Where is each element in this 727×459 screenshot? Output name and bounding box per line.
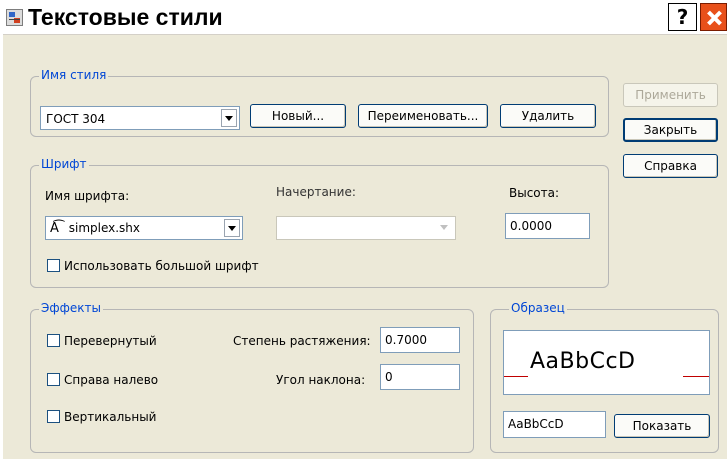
width-factor-input[interactable]: 0.7000: [380, 327, 460, 353]
style-name-select[interactable]: ГОСТ 304: [40, 106, 240, 130]
vertical-label: Вертикальный: [64, 410, 157, 424]
oblique-angle-label: Угол наклона:: [276, 373, 366, 387]
upside-down-checkbox[interactable]: [47, 334, 60, 347]
style-name-value: ГОСТ 304: [46, 112, 106, 126]
preview-text-input[interactable]: AaBbCcD: [503, 411, 606, 438]
backwards-label: Справа налево: [64, 373, 159, 387]
chevron-down-icon[interactable]: [221, 109, 237, 127]
height-input[interactable]: 0.0000: [505, 213, 590, 239]
window-title: Текстовые стили: [28, 4, 223, 30]
font-style-label: Начертание:: [276, 185, 356, 199]
close-button[interactable]: Закрыть: [623, 118, 718, 142]
apply-button[interactable]: Применить: [623, 83, 718, 107]
width-factor-value: 0.7000: [385, 333, 427, 347]
delete-style-button[interactable]: Удалить: [500, 104, 596, 128]
preview-baseline-left: [504, 376, 528, 377]
oblique-angle-value: 0: [385, 370, 393, 384]
big-font-checkbox[interactable]: [47, 259, 60, 272]
new-style-button[interactable]: Новый...: [250, 104, 346, 128]
text-style-dialog: Текстовые стили ? Имя стиля ГОСТ 304 Нов…: [0, 0, 727, 459]
effects-legend: Эффекты: [39, 301, 103, 315]
font-name-select[interactable]: A͡ simplex.shx: [45, 216, 243, 240]
upside-down-label: Перевернутый: [64, 334, 157, 348]
preview-box: AaBbCcD: [503, 330, 710, 395]
chevron-down-icon: [437, 219, 453, 237]
font-glyph-icon: A͡: [50, 221, 59, 236]
font-legend: Шрифт: [39, 157, 89, 171]
big-font-label: Использовать большой шрифт: [64, 259, 259, 273]
preview-sample-text: AaBbCcD: [530, 349, 636, 374]
vertical-checkbox[interactable]: [47, 410, 60, 423]
font-name-label: Имя шрифта:: [45, 189, 130, 203]
preview-legend: Образец: [509, 301, 567, 315]
font-style-select[interactable]: [276, 216, 456, 240]
help-button[interactable]: Справка: [623, 154, 718, 178]
height-label: Высота:: [509, 186, 560, 200]
show-preview-button[interactable]: Показать: [614, 414, 710, 438]
rename-style-button[interactable]: Переименовать...: [358, 104, 488, 128]
close-window-button[interactable]: [700, 3, 727, 31]
backwards-checkbox[interactable]: [47, 373, 60, 386]
help-title-button[interactable]: ?: [668, 3, 697, 31]
preview-text-value: AaBbCcD: [508, 417, 564, 431]
height-value: 0.0000: [510, 219, 552, 233]
title-bar[interactable]: Текстовые стили ?: [0, 0, 727, 35]
chevron-down-icon[interactable]: [224, 219, 240, 237]
preview-baseline-right: [683, 376, 709, 377]
window-left-border: [0, 34, 3, 459]
text-style-app-icon: [6, 9, 23, 26]
style-name-legend: Имя стиля: [39, 68, 109, 82]
font-name-value: A͡ simplex.shx: [50, 221, 141, 236]
oblique-angle-input[interactable]: 0: [380, 364, 460, 390]
width-factor-label: Степень растяжения:: [233, 334, 371, 348]
